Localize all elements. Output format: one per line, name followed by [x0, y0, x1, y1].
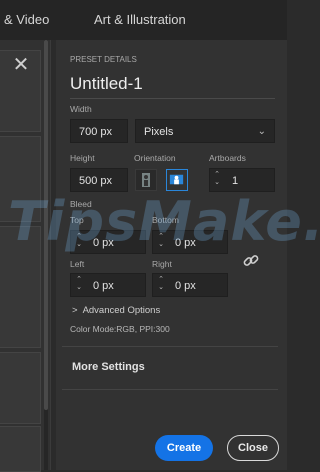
left-presets-pane: [0, 40, 51, 472]
bleed-left-value: 0 px: [93, 280, 114, 292]
top-tab-bar: & Video Art & Illustration: [0, 0, 287, 40]
color-mode-text: Color Mode:RGB, PPI:300: [70, 324, 170, 334]
landscape-icon[interactable]: [166, 169, 188, 191]
divider: [62, 346, 278, 347]
bleed-top-value: 0 px: [93, 237, 114, 249]
bleed-right-label: Right: [152, 259, 172, 269]
bleed-top-label: Top: [70, 215, 84, 225]
artboards-value: 1: [232, 175, 239, 187]
divider: [62, 389, 278, 390]
units-dropdown[interactable]: Pixels ⌄: [135, 119, 275, 143]
preset-card[interactable]: [0, 426, 41, 472]
close-button[interactable]: Close: [227, 435, 279, 461]
width-input[interactable]: 700 px: [70, 119, 128, 143]
create-button[interactable]: Create: [155, 435, 213, 461]
bleed-label: Bleed: [70, 199, 92, 209]
scrollbar-thumb[interactable]: [44, 40, 48, 410]
advanced-options-toggle[interactable]: > Advanced Options: [72, 305, 160, 316]
chevron-right-icon: >: [72, 305, 78, 316]
preset-card[interactable]: [0, 352, 41, 424]
spinner-arrows-icon[interactable]: ⌃ ⌄: [74, 276, 84, 292]
portrait-icon[interactable]: [135, 169, 157, 191]
orientation-label: Orientation: [134, 153, 176, 163]
bleed-bottom-label: Bottom: [152, 215, 179, 225]
link-icon[interactable]: [242, 252, 260, 270]
preset-card[interactable]: [0, 226, 41, 348]
artboards-label: Artboards: [209, 153, 246, 163]
tab-art-illustration[interactable]: Art & Illustration: [94, 12, 186, 27]
bleed-right-value: 0 px: [175, 280, 196, 292]
chevron-down-icon: ⌄: [257, 126, 266, 137]
bleed-left-label: Left: [70, 259, 85, 269]
preset-card[interactable]: [0, 136, 41, 222]
height-label: Height: [70, 153, 95, 163]
height-input[interactable]: 500 px: [70, 168, 128, 192]
advanced-options-label: Advanced Options: [82, 305, 161, 316]
tab-video[interactable]: & Video: [4, 12, 49, 27]
bleed-bottom-value: 0 px: [175, 237, 196, 249]
more-settings-button[interactable]: More Settings: [72, 361, 145, 373]
close-icon[interactable]: ✕: [10, 54, 32, 76]
width-label: Width: [70, 104, 92, 114]
units-value: Pixels: [144, 126, 174, 138]
spinner-arrows-icon[interactable]: ⌃ ⌄: [156, 233, 166, 249]
spinner-arrows-icon[interactable]: ⌃ ⌄: [74, 233, 84, 249]
section-label: PRESET DETAILS: [70, 55, 137, 64]
document-name[interactable]: Untitled-1: [70, 74, 275, 99]
spinner-arrows-icon[interactable]: ⌃ ⌄: [156, 276, 166, 292]
spinner-arrows-icon[interactable]: ⌃ ⌄: [212, 171, 222, 187]
